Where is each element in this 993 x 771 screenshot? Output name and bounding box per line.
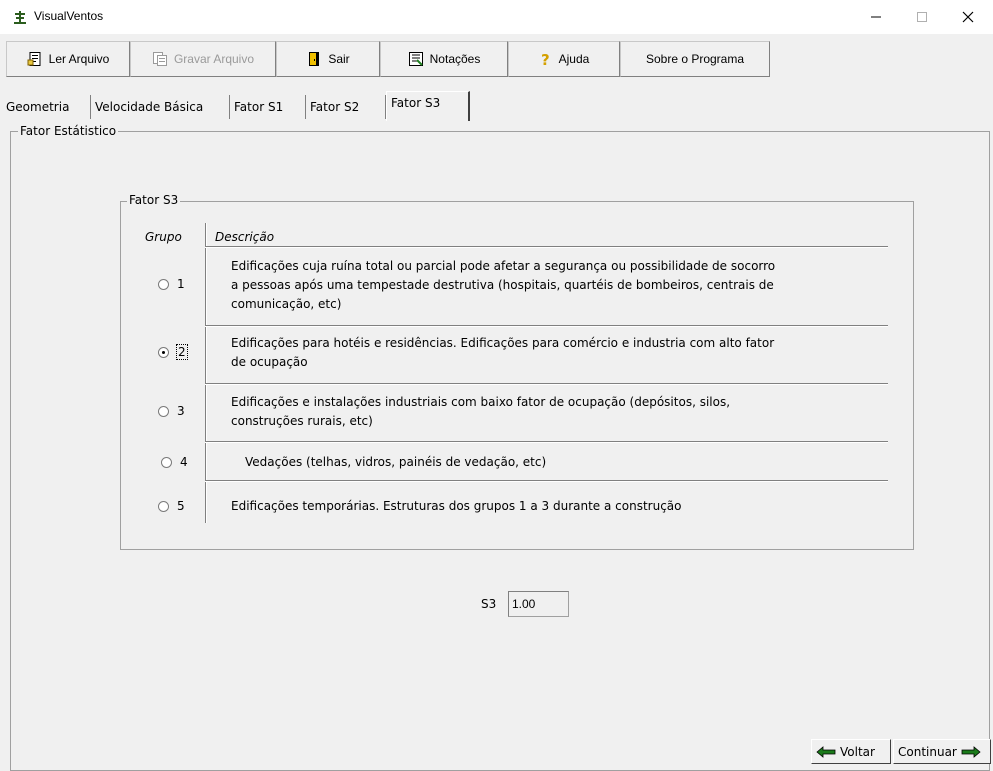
radio-circle (158, 500, 169, 512)
descricao-column-header: Descrição (215, 230, 275, 244)
row-divider (205, 383, 888, 385)
grupo-4-description: Vedações (telhas, vidros, painéis de ved… (245, 453, 546, 472)
tab-strip: Geometria Velocidade Básica Fator S1 Fat… (0, 91, 993, 121)
tab-fator-s2-label: Fator S2 (310, 100, 360, 114)
maximize-button[interactable] (899, 0, 945, 34)
row-divider (205, 441, 888, 443)
minimize-button[interactable] (853, 0, 899, 34)
minimize-icon (871, 16, 881, 18)
tab-geometria[interactable]: Geometria (2, 95, 91, 119)
radio-circle (158, 405, 169, 417)
grupo-3-radio[interactable]: 3 (158, 404, 185, 418)
grupo-4-radio[interactable]: 4 (161, 455, 188, 469)
grupo-3-description: Edificações e instalações industriais co… (231, 393, 730, 431)
s3-label: S3 (481, 597, 497, 611)
tab-velocidade-basica-label: Velocidade Básica (95, 100, 204, 114)
ler-arquivo-label: Ler Arquivo (48, 52, 110, 66)
s3-value-field: 1.00 (508, 591, 569, 617)
help-question-icon: ? (541, 51, 550, 67)
notacoes-label: Notações (429, 52, 481, 66)
grupo-1-radio[interactable]: 1 (158, 277, 185, 291)
tab-fator-s1-label: Fator S1 (234, 100, 284, 114)
row-divider (205, 480, 888, 482)
radio-circle (161, 456, 172, 468)
grupo-column-header: Grupo (145, 230, 182, 244)
desc-line: de ocupação (231, 355, 308, 369)
exit-door-icon (309, 52, 320, 66)
tab-geometria-label: Geometria (6, 100, 70, 114)
grupo-2-label: 2 (176, 344, 188, 360)
radio-circle (158, 346, 169, 358)
notes-icon (408, 52, 423, 66)
app-icon (14, 11, 26, 24)
grupo-4-label: 4 (180, 455, 188, 469)
tab-fator-s2[interactable]: Fator S2 (306, 95, 386, 119)
ler-arquivo-button[interactable]: Ler Arquivo (6, 41, 130, 77)
desc-line: comunicação, etc) (231, 297, 342, 311)
desc-line: Vedações (telhas, vidros, painéis de ved… (245, 455, 547, 469)
fator-estatistico-title: Fator Estátistico (18, 124, 119, 138)
gravar-arquivo-label: Gravar Arquivo (173, 52, 255, 66)
row-divider (205, 325, 888, 327)
close-button[interactable] (945, 0, 991, 34)
window-title: VisualVentos (34, 9, 104, 23)
title-bar: VisualVentos (0, 0, 993, 34)
grupo-2-radio[interactable]: 2 (158, 344, 188, 360)
desc-line: Edificações cuja ruína total ou parcial … (231, 259, 776, 273)
grupo-2-description: Edificações para hotéis e residências. E… (231, 334, 774, 372)
grupo-5-label: 5 (177, 499, 185, 513)
tab-fator-s3-label: Fator S3 (391, 96, 441, 110)
sair-label: Sair (328, 52, 350, 66)
column-divider (205, 223, 207, 523)
header-divider (205, 246, 888, 248)
continuar-label: Continuar (898, 744, 957, 759)
grupo-3-label: 3 (177, 404, 185, 418)
toolbar: Ler Arquivo Gravar Arquivo Sair Notações… (0, 41, 993, 79)
sair-button[interactable]: Sair (276, 41, 380, 77)
voltar-label: Voltar (840, 744, 875, 759)
tab-fator-s3[interactable]: Fator S3 (386, 91, 470, 121)
ajuda-button[interactable]: ? Ajuda (508, 41, 620, 77)
radio-circle (158, 278, 169, 290)
desc-line: a pessoas após uma tempestade destrutiva… (231, 278, 774, 292)
grupo-1-description: Edificações cuja ruína total ou parcial … (231, 257, 775, 314)
close-icon (962, 11, 974, 23)
maximize-icon (917, 12, 927, 22)
grupo-5-radio[interactable]: 5 (158, 499, 185, 513)
sobre-programa-button[interactable]: Sobre o Programa (620, 41, 770, 77)
grupo-1-label: 1 (177, 277, 185, 291)
ajuda-label: Ajuda (558, 52, 590, 66)
grupo-5-description: Edificações temporárias. Estruturas dos … (231, 497, 682, 516)
tab-velocidade-basica[interactable]: Velocidade Básica (91, 95, 230, 119)
continuar-button[interactable]: Continuar (893, 739, 991, 764)
desc-line: Edificações e instalações industriais co… (231, 395, 731, 409)
gravar-arquivo-button[interactable]: Gravar Arquivo (130, 41, 276, 77)
open-file-icon (27, 52, 41, 66)
notacoes-button[interactable]: Notações (380, 41, 508, 77)
fator-s3-title: Fator S3 (127, 193, 181, 207)
svg-text:?: ? (541, 51, 550, 67)
sobre-programa-label: Sobre o Programa (645, 52, 745, 66)
arrow-left-icon (816, 745, 836, 758)
desc-line: construções rurais, etc) (231, 414, 373, 428)
tab-fator-s1[interactable]: Fator S1 (230, 95, 306, 119)
arrow-right-icon (961, 745, 981, 758)
save-file-icon (152, 52, 167, 66)
voltar-button[interactable]: Voltar (811, 739, 891, 764)
desc-line: Edificações temporárias. Estruturas dos … (231, 499, 682, 513)
desc-line: Edificações para hotéis e residências. E… (231, 336, 775, 350)
